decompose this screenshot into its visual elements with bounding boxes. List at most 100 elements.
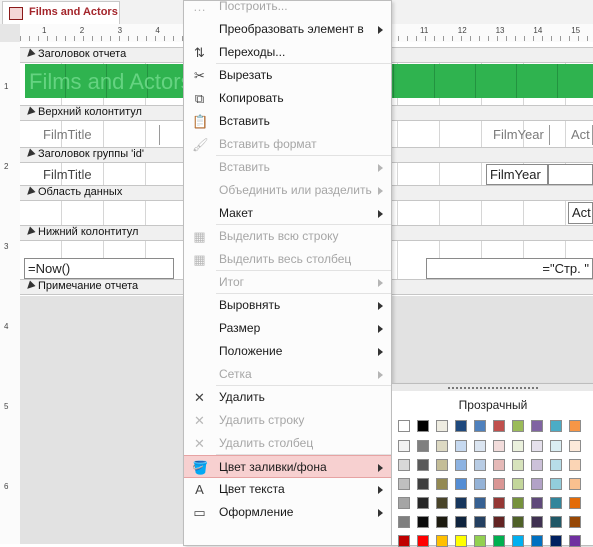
menu-item[interactable]: Макет [184,202,391,225]
color-swatch[interactable] [455,535,467,547]
color-swatch[interactable] [512,420,524,432]
menu-item[interactable]: Преобразовать элемент в [184,18,391,41]
color-swatch[interactable] [398,478,410,490]
filmtitle-textbox[interactable]: FilmTitle [40,165,170,185]
color-swatch[interactable] [493,459,505,471]
color-swatch[interactable] [398,420,410,432]
color-swatch[interactable] [512,516,524,528]
color-swatch[interactable] [493,420,505,432]
color-swatch[interactable] [512,478,524,490]
color-swatch[interactable] [531,478,543,490]
color-swatch[interactable] [550,516,562,528]
color-swatch[interactable] [417,516,429,528]
color-swatch[interactable] [493,535,505,547]
color-swatch[interactable] [550,535,562,547]
actor-textbox[interactable]: Act [568,202,593,224]
palette-drag-handle[interactable] [392,384,593,391]
color-swatch[interactable] [417,535,429,547]
color-swatch[interactable] [436,440,448,452]
menu-item[interactable]: A Цвет текста [184,478,391,501]
color-swatch[interactable] [436,478,448,490]
document-tab[interactable]: Films and Actors [2,1,120,24]
color-swatch[interactable] [550,440,562,452]
color-swatch[interactable] [512,440,524,452]
menu-item[interactable]: ⧉ Копировать [184,87,391,110]
menu-item[interactable]: ✕ Удалить строку [184,409,391,432]
color-swatch[interactable] [531,459,543,471]
color-swatch[interactable] [569,497,581,509]
menu-item[interactable]: ▭ Оформление [184,501,391,524]
color-swatch[interactable] [531,497,543,509]
color-swatch[interactable] [569,516,581,528]
menu-item[interactable]: ▦ Выделить всю строку [184,225,391,248]
report-selector[interactable] [0,24,21,43]
color-swatch[interactable] [512,497,524,509]
color-swatch[interactable] [550,420,562,432]
menu-item[interactable]: Размер [184,317,391,340]
color-swatch[interactable] [417,420,429,432]
color-swatch[interactable] [493,516,505,528]
color-swatch[interactable] [550,478,562,490]
color-swatch[interactable] [531,420,543,432]
color-swatch[interactable] [550,497,562,509]
color-swatch[interactable] [398,497,410,509]
color-swatch[interactable] [436,516,448,528]
color-swatch[interactable] [512,535,524,547]
color-swatch[interactable] [455,516,467,528]
menu-item[interactable]: ✕ Удалить столбец [184,432,391,455]
page-number-textbox[interactable]: ="Стр. " [426,258,593,279]
color-swatch[interactable] [474,420,486,432]
color-swatch[interactable] [474,478,486,490]
menu-item[interactable]: 🖌 Вставить формат [184,133,391,156]
menu-item[interactable]: Вставить [184,156,391,179]
color-swatch[interactable] [493,440,505,452]
color-swatch[interactable] [550,459,562,471]
color-swatch[interactable] [474,516,486,528]
color-swatch[interactable] [455,420,467,432]
now-textbox[interactable]: =Now() [24,258,174,279]
color-swatch[interactable] [436,459,448,471]
color-swatch[interactable] [569,459,581,471]
color-swatch[interactable] [474,459,486,471]
menu-item[interactable]: ▦ Выделить весь столбец [184,248,391,271]
color-swatch[interactable] [569,478,581,490]
color-swatch[interactable] [417,440,429,452]
color-swatch[interactable] [436,420,448,432]
color-swatch[interactable] [436,497,448,509]
menu-item[interactable]: Положение [184,340,391,363]
menu-item[interactable]: 🪣 Цвет заливки/фона [184,455,391,478]
filmtitle-label[interactable]: FilmTitle [40,125,160,145]
color-swatch[interactable] [455,478,467,490]
color-swatch[interactable] [436,535,448,547]
color-swatch[interactable] [531,440,543,452]
menu-item[interactable]: ✂ Вырезать [184,64,391,87]
menu-item[interactable]: Сетка [184,363,391,386]
group-extra-textbox[interactable] [548,164,593,185]
color-swatch[interactable] [398,535,410,547]
color-swatch[interactable] [398,440,410,452]
menu-item[interactable]: ✕ Удалить [184,386,391,409]
color-swatch[interactable] [455,440,467,452]
color-swatch[interactable] [531,535,543,547]
menu-item[interactable]: Выровнять [184,294,391,317]
color-swatch[interactable] [531,516,543,528]
transparent-option[interactable]: Прозрачный [392,398,593,412]
color-swatch[interactable] [455,497,467,509]
color-swatch[interactable] [569,535,581,547]
color-swatch[interactable] [455,459,467,471]
menu-item[interactable]: ⇅ Переходы... [184,41,391,64]
color-swatch[interactable] [474,535,486,547]
report-title-label[interactable]: Films and Actors [29,69,192,95]
color-swatch[interactable] [569,440,581,452]
color-swatch[interactable] [417,459,429,471]
color-swatch[interactable] [569,420,581,432]
menu-item[interactable]: Объединить или разделить [184,179,391,202]
menu-item[interactable]: Итог [184,271,391,294]
filmyear-label[interactable]: FilmYear [490,125,550,145]
color-swatch[interactable] [417,478,429,490]
color-swatch[interactable] [493,478,505,490]
actor-label[interactable]: Act [568,125,593,145]
color-swatch[interactable] [512,459,524,471]
color-swatch[interactable] [474,497,486,509]
menu-item[interactable]: … Построить... [184,0,391,18]
